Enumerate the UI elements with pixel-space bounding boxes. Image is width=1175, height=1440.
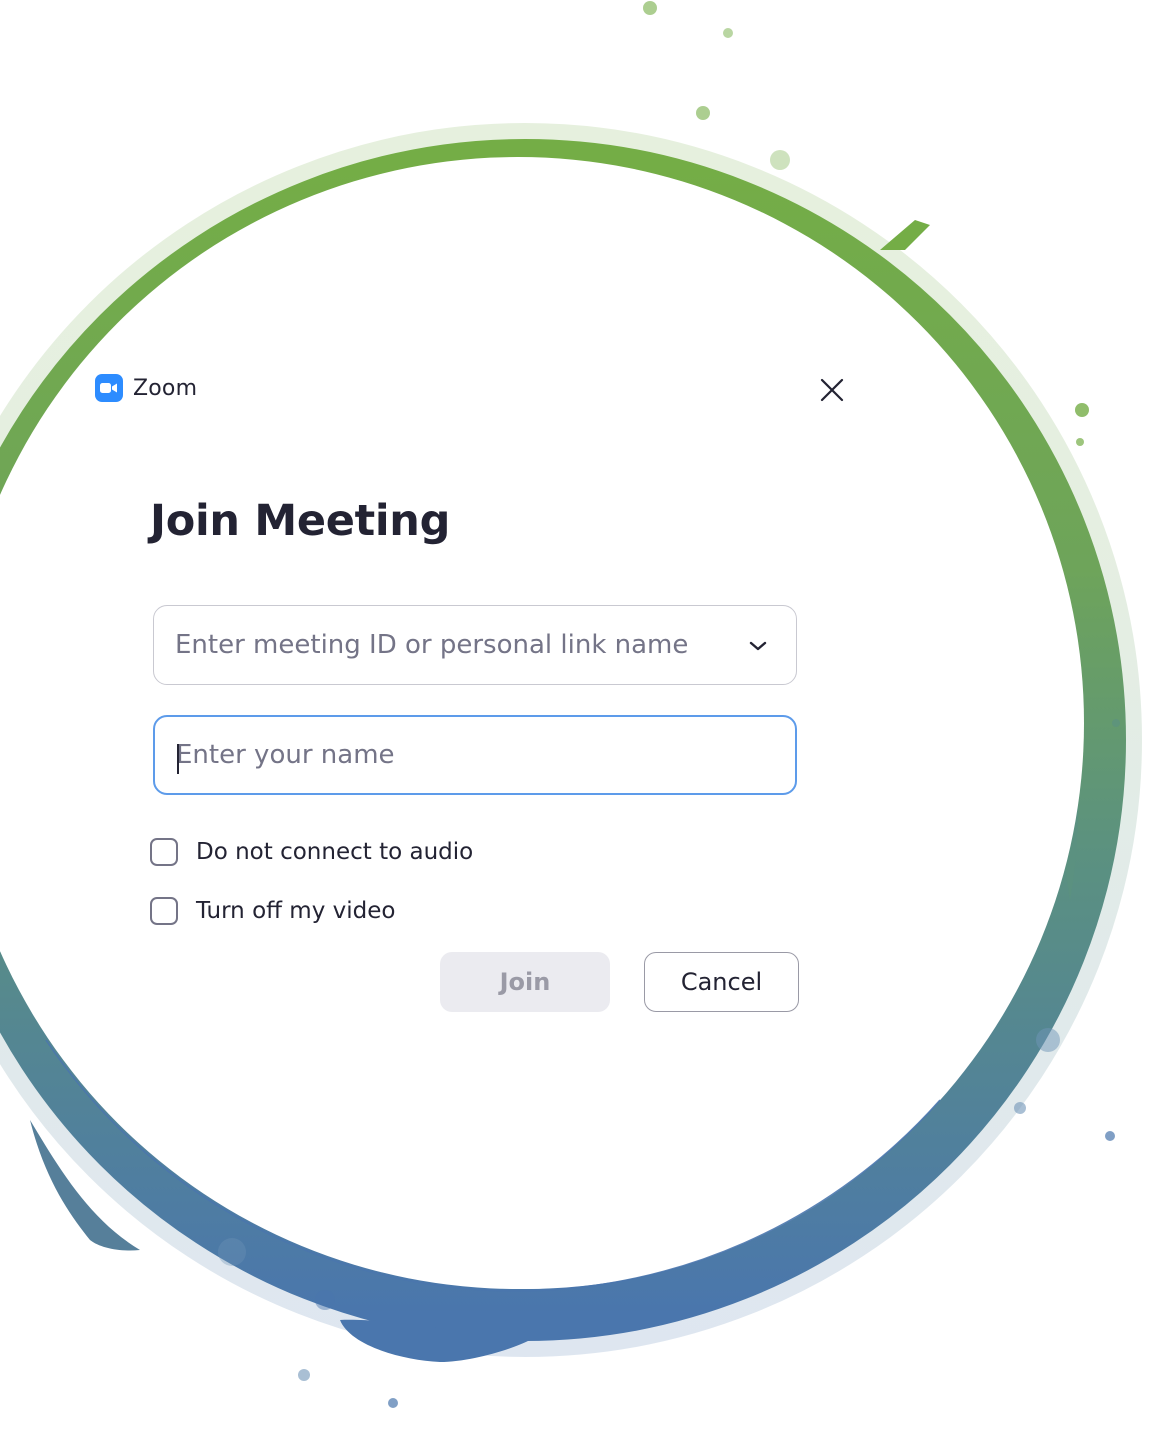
- app-title: Zoom: [133, 375, 198, 401]
- join-button[interactable]: Join: [440, 952, 610, 1012]
- dialog-heading: Join Meeting: [150, 496, 451, 546]
- option-video-off[interactable]: Turn off my video: [150, 897, 395, 925]
- chevron-down-icon: [749, 641, 767, 651]
- name-input[interactable]: [155, 740, 795, 770]
- close-icon: [820, 378, 844, 402]
- zoom-camera-icon: [95, 374, 123, 402]
- text-caret: [177, 744, 179, 774]
- cancel-button[interactable]: Cancel: [644, 952, 799, 1012]
- name-field[interactable]: [153, 715, 797, 795]
- meeting-id-dropdown-button[interactable]: [742, 630, 774, 662]
- video-off-label[interactable]: Turn off my video: [196, 898, 395, 924]
- screen: Zoom Join Meeting Do not connect to audi…: [0, 0, 1175, 1440]
- join-meeting-dialog: Zoom Join Meeting Do not connect to audi…: [0, 0, 1175, 1440]
- app-header: Zoom: [95, 374, 197, 402]
- option-no-audio[interactable]: Do not connect to audio: [150, 838, 473, 866]
- no-audio-label[interactable]: Do not connect to audio: [196, 839, 473, 865]
- video-off-checkbox[interactable]: [150, 897, 178, 925]
- meeting-id-input[interactable]: [154, 630, 796, 660]
- meeting-id-combobox[interactable]: [153, 605, 797, 685]
- no-audio-checkbox[interactable]: [150, 838, 178, 866]
- close-button[interactable]: [815, 373, 849, 407]
